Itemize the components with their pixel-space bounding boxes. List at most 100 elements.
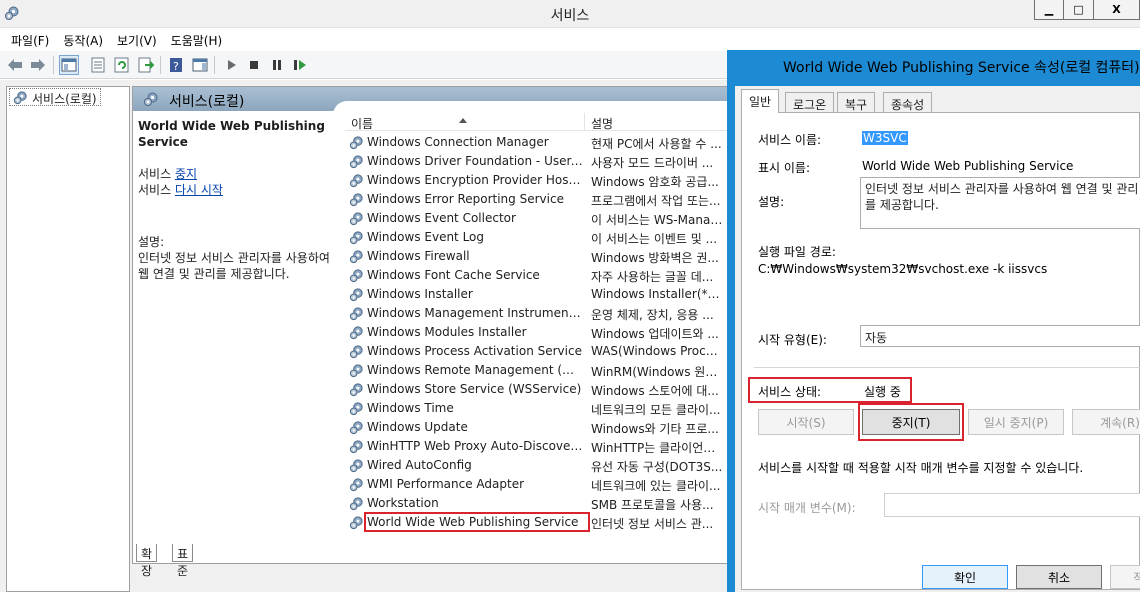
close-button[interactable]: X — [1094, 0, 1140, 20]
apply-button[interactable]: 적용(A) — [1110, 565, 1140, 589]
start-icon[interactable] — [222, 55, 242, 75]
back-icon[interactable] — [5, 55, 25, 75]
table-row[interactable]: World Wide Web Publishing Service 인터넷 정보 … — [345, 512, 731, 532]
service-description: 현재 PC에서 사용할 수 ... — [591, 137, 722, 151]
stop-button[interactable]: 중지(T) — [862, 409, 960, 435]
service-description: Windows와 기타 프로... — [591, 422, 719, 436]
tree-item-services-local[interactable]: 서비스(로컬) — [9, 88, 101, 106]
table-row[interactable]: Windows Store Service (WSService) Windows… — [345, 380, 731, 399]
service-name: Windows Installer — [367, 287, 473, 301]
properties-icon[interactable] — [88, 55, 108, 75]
service-name: Windows Management Instrumentation — [367, 306, 583, 320]
table-row[interactable]: Windows Firewall Windows 방화벽은 권... — [345, 247, 731, 266]
start-parameters-input[interactable] — [884, 493, 1140, 517]
table-row[interactable]: Windows Event Collector 이 서비스는 WS-Manag..… — [345, 209, 731, 228]
resume-button[interactable]: 계속(R) — [1072, 409, 1140, 435]
table-row[interactable]: Windows Installer Windows Installer(*.msi… — [345, 285, 731, 304]
start-button[interactable]: 시작(S) — [758, 409, 854, 435]
help-icon[interactable]: ? — [166, 55, 186, 75]
console-tree-icon[interactable] — [59, 55, 79, 75]
export-list-icon[interactable] — [136, 55, 156, 75]
stop-service-link[interactable]: 중지 — [175, 167, 197, 181]
service-description: WinHTTP는 클라이언트... — [591, 441, 723, 455]
description-textbox[interactable]: 인터넷 정보 서비스 관리자를 사용하여 웹 연결 및 관리를 제공합니다. — [860, 177, 1140, 229]
table-row[interactable]: Workstation SMB 프로토콜을 사용... — [345, 494, 731, 513]
service-gear-icon — [349, 325, 364, 340]
display-name-value[interactable]: World Wide Web Publishing Service — [862, 159, 1073, 173]
table-row[interactable]: Windows Update Windows와 기타 프로... — [345, 418, 731, 437]
service-gear-icon — [349, 268, 364, 283]
table-row[interactable]: WinHTTP Web Proxy Auto-Discovery ... WinH… — [345, 437, 731, 456]
tab-dependencies[interactable]: 종속성 — [883, 92, 933, 112]
service-description: Windows 암호화 공급... — [591, 175, 719, 189]
service-status-value: 실행 중 — [864, 385, 901, 399]
display-name-label: 표시 이름: — [758, 161, 811, 175]
startup-type-select[interactable]: 자동 — [860, 325, 1140, 347]
service-name: World Wide Web Publishing Service — [364, 512, 590, 532]
service-name: Windows Firewall — [367, 249, 470, 263]
tab-general[interactable]: 일반 — [741, 89, 780, 113]
menu-action[interactable]: 동작(A) — [56, 32, 110, 49]
service-description: 이 서비스는 WS-Manag... — [591, 213, 723, 227]
service-name: Workstation — [367, 496, 439, 510]
tab-recovery[interactable]: 복구 — [837, 92, 876, 112]
service-name-value[interactable]: W3SVC — [862, 131, 908, 145]
forward-icon[interactable] — [28, 55, 48, 75]
restart-icon[interactable] — [290, 55, 310, 75]
stop-icon[interactable] — [244, 55, 264, 75]
column-header-name[interactable]: 이름 — [345, 113, 585, 131]
table-row[interactable]: Windows Remote Management (WS-... WinRM(W… — [345, 361, 731, 380]
description-text: 인터넷 정보 서비스 관리자를 사용하여 웹 연결 및 관리를 제공합니다. — [138, 251, 330, 281]
show-hide-action-pane-icon[interactable] — [190, 55, 210, 75]
properties-dialog: World Wide Web Publishing Service 속성(로컬 … — [727, 50, 1140, 592]
menu-file[interactable]: 파일(F) — [4, 32, 56, 49]
service-description: 네트워크의 모든 클라이... — [591, 403, 721, 417]
tree-item-label: 서비스(로컬) — [32, 92, 97, 106]
ok-button[interactable]: 확인 — [922, 565, 1008, 589]
service-description: Windows 방화벽은 권... — [591, 251, 719, 265]
refresh-icon[interactable] — [112, 55, 132, 75]
service-name: Windows Error Reporting Service — [367, 192, 564, 206]
menu-view[interactable]: 보기(V) — [110, 32, 164, 49]
table-row[interactable]: Windows Process Activation Service WAS(Wi… — [345, 342, 731, 361]
service-name: Windows Event Log — [367, 230, 485, 244]
description-label: 설명: — [138, 235, 165, 249]
dialog-title: World Wide Web Publishing Service 속성(로컬 … — [783, 60, 1140, 76]
startup-type-label: 시작 유형(E): — [758, 333, 827, 347]
table-row[interactable]: Windows Font Cache Service 자주 사용하는 글꼴 데..… — [345, 266, 731, 285]
service-gear-icon — [349, 287, 364, 302]
column-header-description[interactable]: 설명 — [585, 113, 731, 131]
divider — [754, 367, 1140, 368]
tab-extended[interactable]: 확장 — [136, 544, 158, 578]
table-row[interactable]: Windows Time 네트워크의 모든 클라이... — [345, 399, 731, 418]
table-row[interactable]: Windows Driver Foundation - User-m... 사용자… — [345, 152, 731, 171]
table-row[interactable]: Wired AutoConfig 유선 자동 구성(DOT3S... — [345, 456, 731, 475]
description-label: 설명: — [758, 195, 785, 209]
service-actions: 서비스 중지 서비스 다시 시작 — [138, 166, 334, 198]
service-name: Windows Remote Management (WS-... — [367, 363, 583, 377]
executable-path-label: 실행 파일 경로: — [758, 245, 836, 259]
restart-service-link[interactable]: 다시 시작 — [175, 183, 223, 197]
table-row[interactable]: Windows Management Instrumentation 운영 체제,… — [345, 304, 731, 323]
window-controls: ▁ □ X — [1034, 0, 1140, 20]
table-row[interactable]: WMI Performance Adapter 네트워크에 있는 클라이... — [345, 475, 731, 494]
table-row[interactable]: Windows Connection Manager 현재 PC에서 사용할 수 … — [345, 133, 731, 152]
minimize-button[interactable]: ▁ — [1034, 0, 1064, 20]
table-row[interactable]: Windows Modules Installer Windows 업데이트와 .… — [345, 323, 731, 342]
service-name-label: 서비스 이름: — [758, 133, 822, 147]
maximize-button[interactable]: □ — [1064, 0, 1094, 20]
menu-help[interactable]: 도움말(H) — [164, 32, 230, 49]
table-row[interactable]: Windows Error Reporting Service 프로그램에서 작업… — [345, 190, 731, 209]
pause-icon[interactable] — [267, 55, 287, 75]
cancel-button[interactable]: 취소 — [1016, 565, 1102, 589]
service-name: Windows Time — [367, 401, 454, 415]
tab-standard[interactable]: 표준 — [172, 544, 194, 578]
service-name-text: W3SVC — [862, 131, 908, 145]
table-row[interactable]: Windows Encryption Provider Host Se... Wi… — [345, 171, 731, 190]
tab-logon[interactable]: 로그온 — [785, 92, 835, 112]
service-name: WinHTTP Web Proxy Auto-Discovery ... — [367, 439, 583, 453]
services-list: 이름 설명 Windows Connection Manager 현재 PC에서 … — [345, 113, 731, 537]
pause-button[interactable]: 일시 중지(P) — [968, 409, 1064, 435]
table-row[interactable]: Windows Event Log 이 서비스는 이벤트 및 ... — [345, 228, 731, 247]
services-pane: 서비스(로컬) World Wide Web Publishing Servic… — [132, 86, 733, 564]
